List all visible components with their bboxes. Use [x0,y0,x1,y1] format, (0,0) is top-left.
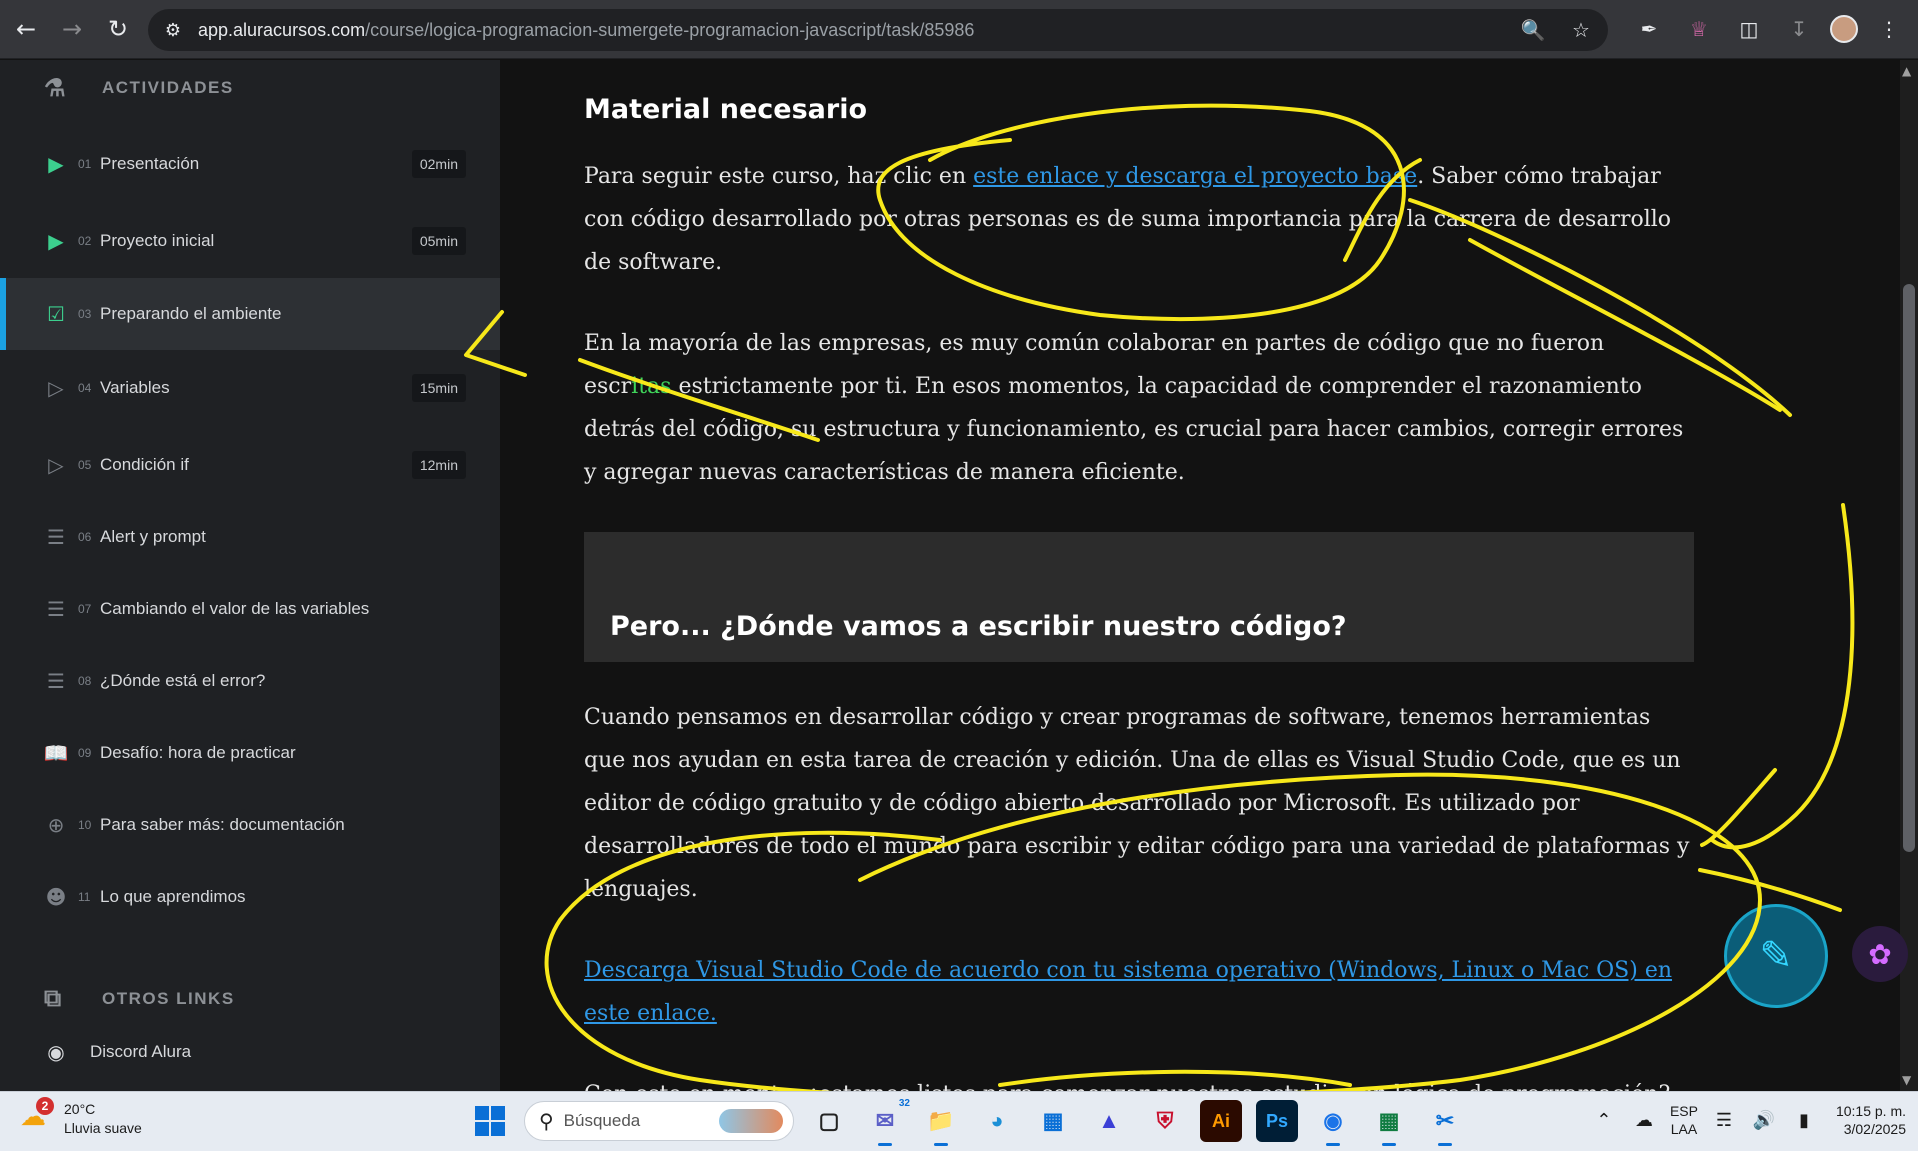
downloads-icon[interactable]: ↧ [1780,10,1818,48]
duration-badge: 12min [411,451,466,479]
list-icon: ☰ [47,525,65,549]
profile-avatar[interactable] [1830,15,1858,43]
task-view-icon[interactable]: ▢ [808,1100,850,1142]
flask-icon: ⚗ [44,74,68,102]
sidebar-item-proyecto-inicial[interactable]: ▶ 02 Proyecto inicial 05min [0,205,500,277]
lesson-content: Material necesario Para seguir este curs… [500,60,1900,1091]
plus-circle-icon: ⊕ [47,813,65,837]
page-title: Material necesario [584,94,868,125]
sidebar-item-para-saber-mas[interactable]: ⊕ 10 Para saber más: documentación [0,789,500,861]
sidebar-item-donde-esta-el-error[interactable]: ☰ 08 ¿Dónde está el error? [0,645,500,717]
mcafee-icon[interactable]: ⛨ [1144,1100,1186,1142]
discord-icon: ◉ [47,1040,65,1064]
other-links-header: ⧉ OTROS LINKS [44,985,235,1012]
url-text[interactable]: app.aluracursos.com/course/logica-progra… [198,20,974,41]
system-clock[interactable]: 10:15 p. m. 3/02/2025 [1836,1102,1906,1138]
extensions-puzzle-icon[interactable]: ◫ [1730,10,1768,48]
crown-extension-icon[interactable]: ♕ [1680,10,1718,48]
clipboard-check-icon: ☑ [47,302,65,326]
video-play-icon: ▷ [48,453,64,477]
excel-icon[interactable]: ▦ [1368,1100,1410,1146]
video-play-icon: ▷ [48,376,64,400]
list-icon: ☰ [47,669,65,693]
file-explorer-icon[interactable]: 📁 [920,1100,962,1146]
ai-brain-button[interactable]: ✿ [1852,926,1908,982]
book-icon: 📖 [43,741,69,765]
sidebar-item-variables[interactable]: ▷ 04 Variables 15min [0,352,500,424]
search-highlight-image [719,1109,783,1133]
sidebar-item-alert-y-prompt[interactable]: ☰ 06 Alert y prompt [0,501,500,573]
address-bar[interactable]: ⚙ app.aluracursos.com/course/logica-prog… [148,9,1608,51]
wifi-icon[interactable]: ☴ [1710,1106,1738,1134]
edge-browser-icon[interactable]: ◕ [976,1100,1018,1142]
activities-header: ⚗ ACTIVIDADES [44,74,234,102]
sidebar-link-discord[interactable]: ◉ Discord Alura [0,1027,500,1077]
taskbar-search[interactable]: ⚲ Búsqueda [524,1101,794,1141]
ticket-check-icon: ✎ [1759,933,1793,979]
scroll-down-arrow-icon[interactable]: ▼ [1902,1073,1911,1087]
sidebar-item-presentacion[interactable]: ▶ 01 Presentación 02min [0,128,500,200]
paragraph-closing: Con esto en mente, ¿estamos listos para … [584,1073,1694,1091]
scroll-up-arrow-icon[interactable]: ▲ [1902,64,1911,78]
volume-icon[interactable]: 🔊 [1750,1106,1778,1134]
temperature: 20°C [64,1101,96,1117]
chat-app-icon[interactable]: ✉ 32 [864,1098,910,1146]
course-sidebar: ⚗ ACTIVIDADES ▶ 01 Presentación 02min ▶ … [0,60,500,1091]
brain-icon: ✿ [1868,937,1892,971]
illustrator-icon[interactable]: Ai [1200,1100,1242,1142]
vscode-download-link[interactable]: Descarga Visual Studio Code de acuerdo c… [584,958,1672,1026]
reload-icon[interactable]: ↻ [98,9,138,49]
project-download-link[interactable]: este enlace y descarga el proyecto base [973,164,1417,189]
input-language[interactable]: ESP LAA [1670,1102,1698,1138]
bookmark-star-icon[interactable]: ☆ [1564,13,1598,47]
paragraph-collaboration: En la mayoría de las empresas, es muy co… [584,331,1684,485]
callout-heading: Pero... ¿Dónde vamos a escribir nuestro … [610,611,1347,642]
sidebar-item-condicion-if[interactable]: ▷ 05 Condición if 12min [0,429,500,501]
sidebar-item-desafio[interactable]: 📖 09 Desafío: hora de practicar [0,717,500,789]
photoshop-icon[interactable]: Ps [1256,1100,1298,1142]
eyedropper-extension-icon[interactable]: ✒ [1630,10,1668,48]
chevron-up-icon[interactable]: ⌃ [1590,1106,1618,1134]
menu-kebab-icon[interactable]: ⋮ [1870,10,1908,48]
weather-widget[interactable]: ☁ 2 20°C Lluvia suave [20,1097,142,1138]
onedrive-cloud-icon[interactable]: ☁ [1630,1106,1658,1134]
duration-badge: 02min [411,150,466,178]
callout-box: Pero... ¿Dónde vamos a escribir nuestro … [584,532,1694,662]
browser-toolbar: ← → ↻ ⚙ app.aluracursos.com/course/logic… [0,0,1918,59]
back-icon[interactable]: ← [6,9,46,49]
duration-badge: 05min [411,227,466,255]
list-icon: ☰ [47,597,65,621]
site-settings-icon[interactable]: ⚙ [156,13,190,47]
microsoft-store-icon[interactable]: ▦ [1032,1100,1074,1142]
scrollbar-thumb[interactable] [1903,284,1915,852]
mathway-app-icon[interactable]: ▲ [1088,1100,1130,1142]
video-play-icon: ▶ [48,229,64,253]
page-scrollbar[interactable]: ▲ ▼ [1900,60,1918,1091]
duration-badge: 15min [411,374,466,402]
zoom-icon[interactable]: 🔍 [1516,13,1550,47]
windows-taskbar: ☁ 2 20°C Lluvia suave ⚲ Búsqueda ▢ ✉ 32 📁… [0,1091,1918,1151]
sidebar-item-preparando-el-ambiente[interactable]: ☑ 03 Preparando el ambiente [0,278,500,350]
sidebar-item-lo-que-aprendimos[interactable]: ☻ 11 Lo que aprendimos [0,861,500,933]
battery-icon[interactable]: ▮ [1790,1106,1818,1134]
start-button[interactable] [470,1101,510,1141]
sidebar-item-cambiando-valor[interactable]: ☰ 07 Cambiando el valor de las variables [0,573,500,645]
paragraph-vscode: Cuando pensamos en desarrollar código y … [584,705,1690,902]
weather-badge: 2 [36,1097,54,1115]
user-check-icon: ☻ [45,885,67,909]
snipping-tool-icon[interactable]: ✂ [1424,1100,1466,1146]
assistant-floating-button[interactable]: ✎ [1724,904,1828,1008]
chrome-icon[interactable]: ◉ [1312,1100,1354,1146]
forward-icon[interactable]: → [52,9,92,49]
video-play-icon: ▶ [48,152,64,176]
chat-badge: 32 [898,1098,910,1109]
weather-rain-icon: ☁ 2 [20,1097,56,1137]
search-icon: ⚲ [539,1110,554,1133]
weather-description: Lluvia suave [64,1120,142,1136]
paragraph-material: Para seguir este curso, haz clic en este… [584,164,1672,275]
links-icon: ⧉ [44,985,63,1012]
